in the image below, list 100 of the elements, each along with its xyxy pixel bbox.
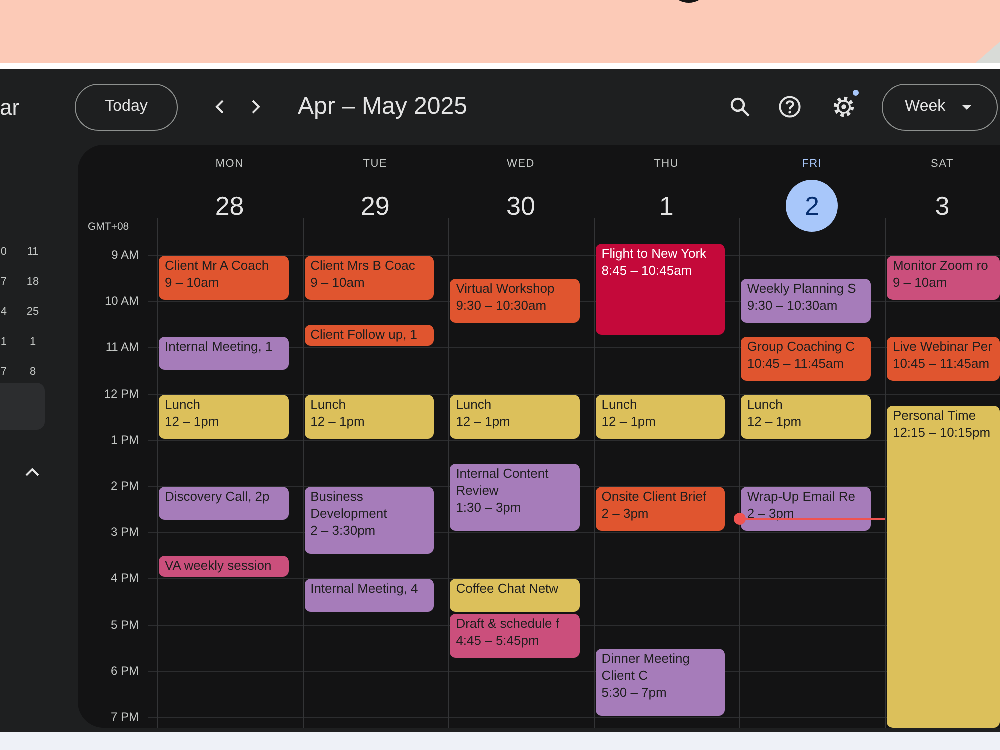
event-time: 2 – 3pm bbox=[602, 505, 649, 522]
day-name: WED bbox=[506, 157, 536, 171]
event-card[interactable]: Internal Content Review 1:30 – 3pm bbox=[450, 464, 580, 532]
mini-calendar-day[interactable]: 1 bbox=[22, 335, 44, 349]
time-label: 1 PM bbox=[110, 432, 139, 447]
event-card[interactable]: Business Development 2 – 3:30pm bbox=[304, 487, 434, 554]
help-icon[interactable] bbox=[779, 96, 801, 118]
event-time: 2 – 3pm bbox=[747, 505, 794, 522]
event-card[interactable]: Discovery Call, 2p bbox=[159, 487, 289, 520]
event-title: VA weekly session bbox=[165, 557, 272, 574]
event-card[interactable]: Wrap-Up Email Re 2 – 3pm bbox=[741, 487, 871, 532]
event-title: Lunch bbox=[747, 396, 783, 413]
event-title: Live Webinar Per bbox=[892, 338, 992, 355]
event-time: 12 – 1pm bbox=[310, 412, 365, 430]
timezone-label: GMT+08 bbox=[88, 221, 130, 234]
event-card[interactable]: Internal Meeting, 1 bbox=[159, 336, 289, 370]
event-title: Dinner Meeting Client C bbox=[602, 650, 691, 684]
event-title: Internal Meeting, 1 bbox=[165, 338, 273, 355]
event-title: Weekly Planning S bbox=[747, 280, 856, 298]
day-name: FRI bbox=[802, 157, 822, 171]
mini-calendar-day[interactable]: 18 bbox=[22, 275, 44, 289]
event-card[interactable]: Client Follow up, 1 bbox=[304, 325, 434, 346]
event-time: 5:30 – 7pm bbox=[602, 684, 667, 701]
time-label: 11 AM bbox=[106, 340, 139, 354]
event-title: Client Follow up, 1 bbox=[310, 326, 418, 344]
event-card[interactable]: Flight to New York 8:45 – 10:45am bbox=[596, 244, 726, 335]
chevron-up-icon[interactable] bbox=[25, 468, 40, 477]
day-date[interactable]: 30 bbox=[506, 191, 536, 221]
event-title: Draft & schedule f bbox=[456, 615, 560, 632]
event-card[interactable]: Coffee Chat Netw bbox=[450, 579, 580, 612]
event-card[interactable]: Lunch 12 – 1pm bbox=[304, 394, 434, 439]
arc-drawing bbox=[678, 0, 700, 3]
event-time: 12 – 1pm bbox=[747, 412, 802, 430]
event-card[interactable]: Weekly Planning S 9:30 – 10:30am bbox=[741, 279, 871, 324]
mini-calendar-day[interactable]: 1 bbox=[0, 335, 7, 349]
event-card[interactable]: Onsite Client Brief 2 – 3pm bbox=[596, 487, 726, 532]
event-title: Discovery Call, 2p bbox=[165, 488, 270, 505]
caret-icon bbox=[962, 104, 972, 110]
time-label: 6 PM bbox=[110, 664, 139, 678]
event-card[interactable]: VA weekly session bbox=[159, 556, 289, 578]
event-title: Onsite Client Brief bbox=[602, 488, 707, 505]
event-card[interactable]: Monitor Zoom ro 9 – 10am bbox=[886, 256, 1000, 300]
event-time: 4:45 – 5:45pm bbox=[456, 632, 540, 650]
event-title: Wrap-Up Email Re bbox=[747, 488, 856, 505]
event-card[interactable]: Lunch 12 – 1pm bbox=[741, 394, 871, 439]
event-time: 9 – 10am bbox=[892, 274, 948, 291]
event-card[interactable]: Lunch 12 – 1pm bbox=[596, 394, 726, 439]
search-icon[interactable] bbox=[730, 97, 750, 117]
mini-calendar-day[interactable]: 0 bbox=[0, 245, 7, 259]
event-card[interactable]: Personal Time 12:15 – 10:15pm bbox=[886, 406, 1000, 728]
event-time: 12 – 1pm bbox=[165, 412, 220, 430]
event-time: 12 – 1pm bbox=[456, 412, 510, 430]
event-time: 9 – 10am bbox=[310, 274, 365, 291]
event-title: Flight to New York bbox=[602, 245, 707, 262]
event-time: 10:45 – 11:45am bbox=[747, 354, 844, 372]
time-label: 7 PM bbox=[110, 710, 139, 724]
date-range-title: Apr – May 2025 bbox=[298, 92, 468, 122]
event-title: Business Development bbox=[310, 488, 388, 522]
today-button[interactable]: Today bbox=[75, 84, 178, 130]
event-card[interactable]: Internal Meeting, 4 bbox=[304, 579, 434, 612]
time-label: 4 PM bbox=[110, 571, 139, 586]
mini-calendar-day[interactable]: 7 bbox=[0, 365, 7, 379]
view-dropdown[interactable]: Week bbox=[882, 84, 998, 130]
time-label: 10 AM bbox=[104, 294, 139, 308]
event-card[interactable]: Lunch 12 – 1pm bbox=[450, 394, 580, 439]
day-name: MON bbox=[216, 157, 244, 171]
event-card[interactable]: Virtual Workshop 9:30 – 10:30am bbox=[450, 279, 580, 324]
event-title: Personal Time bbox=[892, 407, 976, 424]
event-time: 9:30 – 10:30am bbox=[747, 297, 838, 314]
event-card[interactable]: Live Webinar Per 10:45 – 11:45am bbox=[886, 336, 1000, 382]
event-card[interactable]: Draft & schedule f 4:45 – 5:45pm bbox=[450, 614, 580, 658]
event-card[interactable]: Dinner Meeting Client C 5:30 – 7pm bbox=[596, 648, 726, 716]
day-date[interactable]: 29 bbox=[360, 191, 390, 221]
day-date[interactable]: 3 bbox=[935, 191, 950, 221]
mini-calendar-day[interactable]: 25 bbox=[22, 305, 44, 319]
mini-calendar-day[interactable]: 7 bbox=[0, 275, 7, 289]
mini-calendar-day[interactable]: 8 bbox=[22, 365, 44, 379]
time-label: 12 PM bbox=[104, 386, 139, 401]
time-label: 3 PM bbox=[110, 525, 139, 540]
time-label: 5 PM bbox=[110, 618, 139, 632]
event-time: 1:30 – 3pm bbox=[456, 498, 522, 516]
event-card[interactable]: Lunch 12 – 1pm bbox=[159, 394, 289, 439]
event-card[interactable]: Client Mrs B Coac 9 – 10am bbox=[304, 256, 434, 300]
event-title: Coffee Chat Netw bbox=[456, 580, 559, 598]
event-title: Internal Meeting, 4 bbox=[310, 580, 418, 598]
settings-icon[interactable] bbox=[833, 96, 855, 118]
day-date[interactable]: 28 bbox=[215, 191, 244, 221]
day-date[interactable]: 2 bbox=[786, 180, 838, 232]
corner-drawing bbox=[976, 42, 1000, 63]
day-date[interactable]: 1 bbox=[659, 191, 674, 221]
mini-calendar-day[interactable]: 4 bbox=[0, 305, 7, 319]
event-card[interactable]: Client Mr A Coach 9 – 10am bbox=[159, 256, 289, 300]
event-title: Client Mr A Coach bbox=[165, 257, 270, 274]
event-time: 2 – 3:30pm bbox=[310, 522, 376, 539]
event-time: 12:15 – 10:15pm bbox=[892, 424, 991, 442]
mini-calendar-day[interactable]: 11 bbox=[22, 245, 44, 259]
event-title: Monitor Zoom ro bbox=[892, 257, 988, 274]
event-card[interactable]: Group Coaching C 10:45 – 11:45am bbox=[741, 336, 871, 382]
chevron-left-icon[interactable] bbox=[215, 99, 225, 115]
chevron-right-icon[interactable] bbox=[251, 99, 261, 115]
